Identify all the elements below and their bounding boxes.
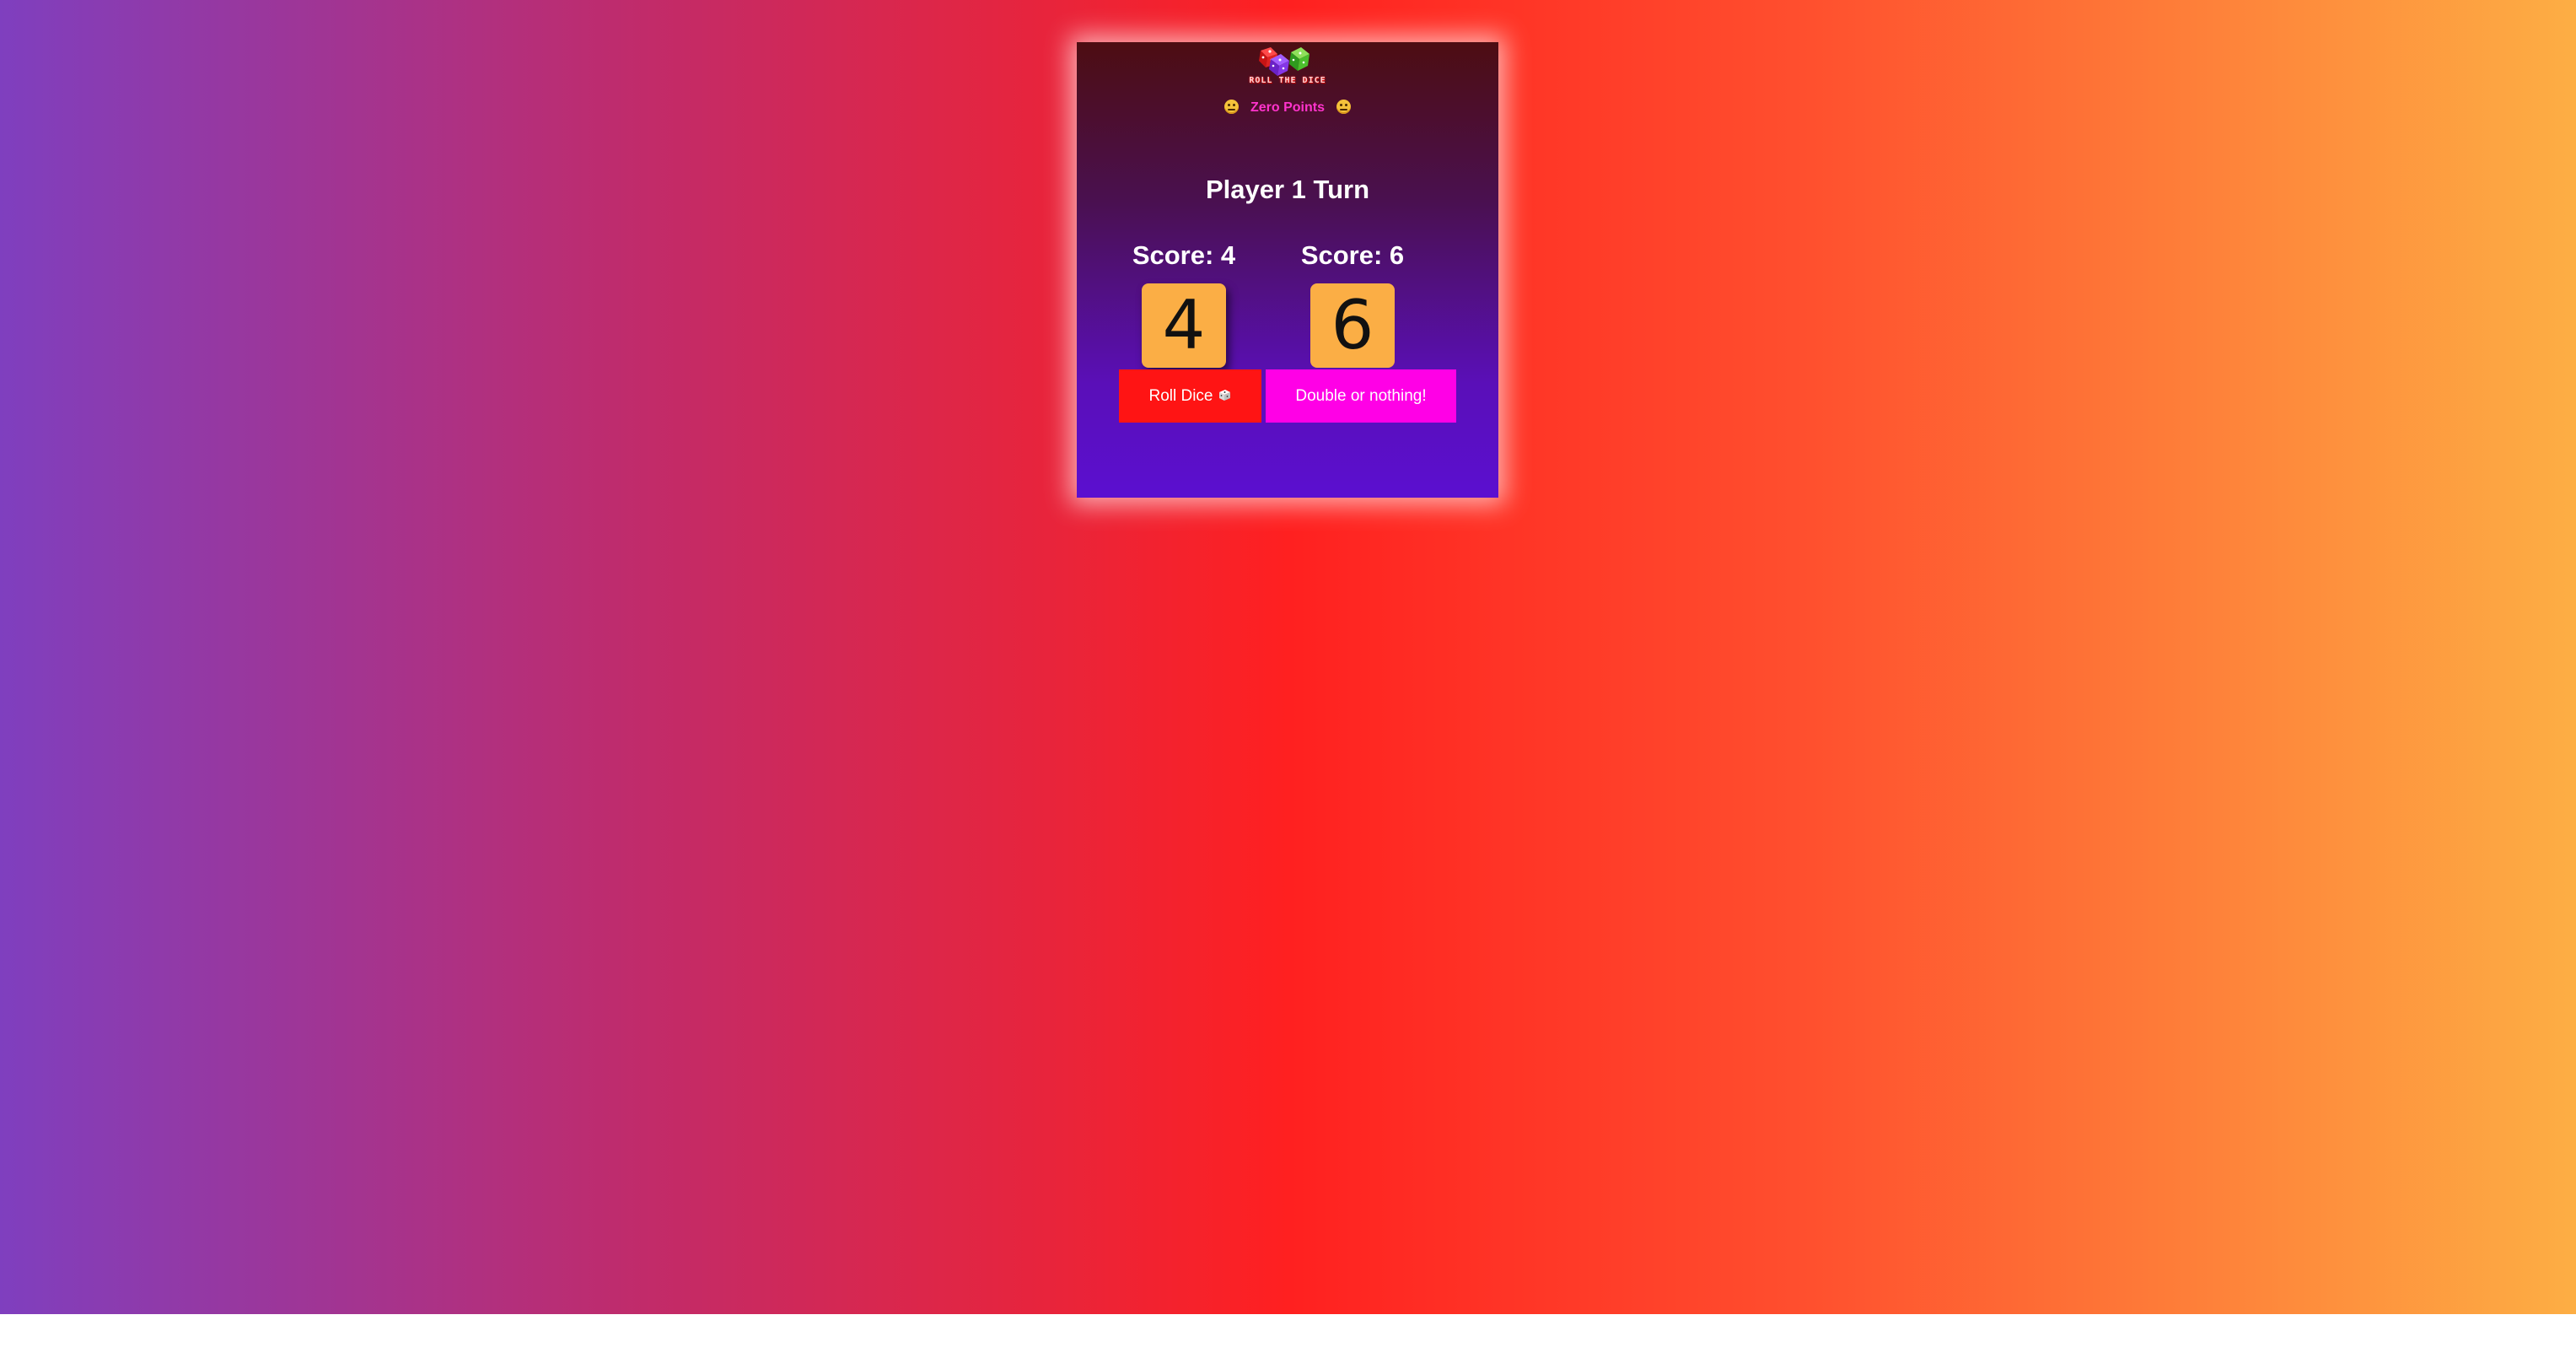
- game-logo: ROLL THE DICE: [1245, 44, 1330, 88]
- player-1-die: 4: [1142, 283, 1226, 368]
- game-card: ROLL THE DICE Zero Points Player 1 Turn …: [1077, 42, 1498, 498]
- dice-logo-icon: [1259, 47, 1310, 76]
- player-1-panel: Score: 4 4: [1100, 240, 1268, 368]
- logo-text: ROLL THE DICE: [1249, 76, 1326, 85]
- dice-icon: [1218, 390, 1230, 401]
- unhappy-face-icon: [1223, 100, 1239, 114]
- status-message: Zero Points: [1077, 99, 1498, 117]
- turn-indicator: Player 1 Turn: [1205, 175, 1370, 204]
- status-text: Zero Points: [1250, 100, 1325, 115]
- roll-dice-label: Roll Dice: [1148, 387, 1213, 405]
- double-or-nothing-button[interactable]: Double or nothing!: [1266, 369, 1456, 423]
- player-2-score: Score: 6: [1300, 240, 1405, 270]
- player-2-die: 6: [1310, 283, 1395, 368]
- player-2-panel: Score: 6 6: [1268, 240, 1437, 368]
- unhappy-face-icon: [1336, 100, 1352, 114]
- player-1-score: Score: 4: [1132, 240, 1236, 270]
- roll-dice-button[interactable]: Roll Dice: [1119, 369, 1261, 423]
